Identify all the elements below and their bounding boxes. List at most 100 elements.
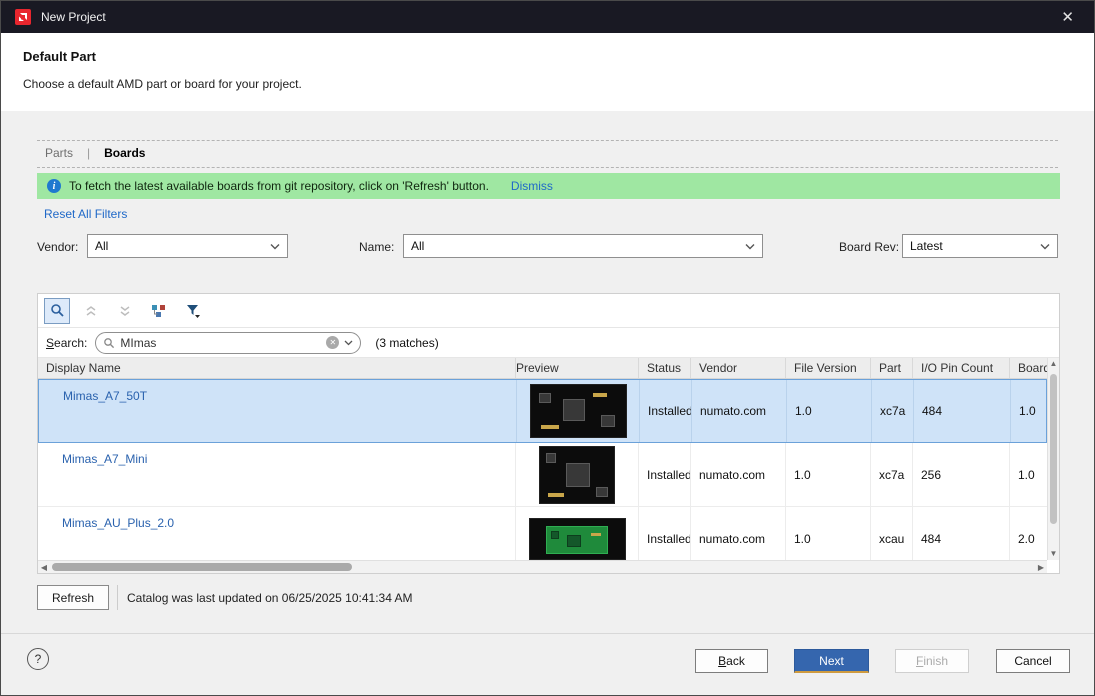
column-header-preview[interactable]: Preview [516,358,639,378]
column-header-vendor[interactable]: Vendor [691,358,786,378]
filter-icon[interactable] [180,298,206,324]
file-version-cell: 1.0 [786,443,871,506]
part-cell: xc7a [872,380,914,442]
window-title: New Project [41,10,106,24]
info-banner: i To fetch the latest available boards f… [37,173,1060,199]
column-header-display-name[interactable]: Display Name [38,358,516,378]
io-pin-count-cell: 484 [914,380,1011,442]
boards-panel: Search: MImas ✕ (3 matches) Display Name… [37,293,1060,574]
chevron-down-icon [745,239,755,253]
reset-all-filters-link[interactable]: Reset All Filters [44,207,127,221]
table-row[interactable]: Mimas_AU_Plus_2.0 Installed numato.com 1… [38,507,1047,562]
cancel-button[interactable]: Cancel [996,649,1070,673]
finish-button[interactable]: Finish [895,649,969,673]
tab-bar: Parts | Boards [45,146,145,160]
board-preview-cell [517,380,640,442]
expand-all-icon[interactable] [112,298,138,324]
scroll-right-icon[interactable]: ▶ [1035,561,1047,574]
column-header-part[interactable]: Part [871,358,913,378]
close-icon[interactable]: ✕ [1055,6,1080,28]
board-preview-image [539,446,615,504]
file-version-cell: 1.0 [787,380,872,442]
vendor-select[interactable]: All [87,234,288,258]
column-header-io-pin-count[interactable]: I/O Pin Count [913,358,1010,378]
board-rev-cell: 1.0 [1010,443,1047,506]
scroll-down-icon[interactable]: ▼ [1048,548,1059,560]
dismiss-link[interactable]: Dismiss [511,179,553,193]
status-cell: Installed [639,507,691,562]
table-header-row: Display Name Preview Status Vendor File … [38,358,1047,379]
name-label: Name: [359,240,394,254]
board-display-name[interactable]: Mimas_A7_50T [39,380,517,442]
chevron-down-icon [1040,239,1050,253]
tab-boards[interactable]: Boards [104,146,145,160]
vendor-cell: numato.com [692,380,787,442]
scroll-up-icon[interactable]: ▲ [1048,358,1059,370]
board-display-name[interactable]: Mimas_AU_Plus_2.0 [38,507,516,562]
io-pin-count-cell: 484 [913,507,1010,562]
board-display-name[interactable]: Mimas_A7_Mini [38,443,516,506]
status-cell: Installed [640,380,692,442]
refresh-button[interactable]: Refresh [37,585,109,610]
board-rev-cell: 2.0 [1010,507,1047,562]
vertical-scroll-thumb[interactable] [1050,374,1057,524]
dashed-divider-bottom [37,167,1058,168]
info-icon: i [47,179,61,193]
board-rev-cell: 1.0 [1011,380,1047,442]
board-preview-cell [516,443,639,506]
column-header-status[interactable]: Status [639,358,691,378]
next-button[interactable]: Next [794,649,869,673]
footer-divider [1,633,1094,634]
column-header-file-version[interactable]: File Version [786,358,871,378]
name-select[interactable]: All [403,234,763,258]
search-input-value: MImas [120,336,321,350]
vendor-label: Vendor: [37,240,78,254]
table-toolbar [38,294,1059,328]
horizontal-scrollbar[interactable]: ◀ ▶ [38,560,1047,573]
status-cell: Installed [639,443,691,506]
catalog-updated-text: Catalog was last updated on 06/25/2025 1… [127,591,413,605]
page-title: Default Part [23,49,96,64]
board-preview-image [530,384,627,438]
search-row: Search: MImas ✕ (3 matches) [38,328,1059,358]
search-icon[interactable] [44,298,70,324]
clear-search-icon[interactable]: ✕ [326,336,339,349]
chevron-down-icon [270,239,280,253]
catalog-divider [117,585,118,610]
search-input[interactable]: MImas ✕ [95,332,361,354]
search-label: Search: [46,336,87,350]
part-cell: xc7a [871,443,913,506]
scroll-left-icon[interactable]: ◀ [38,561,50,574]
group-by-icon[interactable] [146,298,172,324]
search-dropdown-chevron-icon[interactable] [344,340,353,346]
tab-separator: | [87,146,90,160]
vertical-scrollbar[interactable]: ▲ ▼ [1047,358,1059,560]
match-count: (3 matches) [375,336,438,350]
board-rev-select[interactable]: Latest [902,234,1058,258]
board-preview-image [529,518,626,560]
column-header-board[interactable]: Board [1010,358,1047,378]
part-cell: xcau [871,507,913,562]
titlebar: New Project ✕ [1,1,1094,33]
dialog-header: Default Part Choose a default AMD part o… [1,33,1094,111]
help-button[interactable]: ? [27,648,49,670]
new-project-dialog: New Project ✕ Default Part Choose a defa… [0,0,1095,696]
app-icon [15,9,31,25]
magnifier-icon [103,337,115,349]
table-row[interactable]: Mimas_A7_Mini Installed numato.com 1.0 x… [38,443,1047,507]
info-banner-text: To fetch the latest available boards fro… [69,179,489,193]
page-subtitle: Choose a default AMD part or board for y… [23,77,302,91]
dashed-divider-top [37,140,1058,141]
io-pin-count-cell: 256 [913,443,1010,506]
board-rev-label: Board Rev: [839,240,899,254]
board-rev-select-value: Latest [910,239,943,253]
collapse-all-icon[interactable] [78,298,104,324]
back-button[interactable]: Back [695,649,768,673]
name-select-value: All [411,239,424,253]
vendor-cell: numato.com [691,507,786,562]
vendor-cell: numato.com [691,443,786,506]
tab-parts[interactable]: Parts [45,146,73,160]
file-version-cell: 1.0 [786,507,871,562]
horizontal-scroll-thumb[interactable] [52,563,352,571]
table-row[interactable]: Mimas_A7_50T Installed numato.com 1.0 xc… [38,379,1047,443]
